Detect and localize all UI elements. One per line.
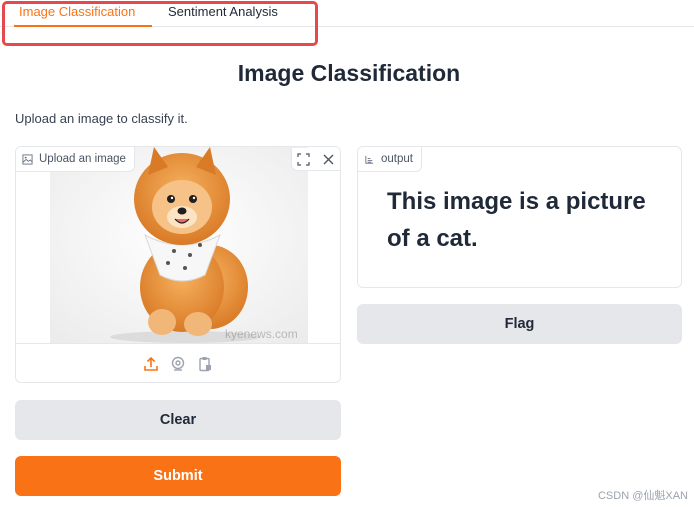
tab-sentiment-analysis[interactable]: Sentiment Analysis <box>164 0 282 27</box>
text-output-icon <box>365 155 374 164</box>
output-label: output <box>358 147 422 172</box>
tab-bar: Image Classification Sentiment Analysis <box>0 0 694 27</box>
tab-image-classification[interactable]: Image Classification <box>14 0 152 27</box>
image-input-label-text: Upload an image <box>39 153 126 165</box>
webcam-icon <box>171 356 185 371</box>
clear-button[interactable]: Clear <box>15 400 341 440</box>
page-title: Image Classification <box>237 60 461 86</box>
webcam-source-button[interactable] <box>170 356 187 373</box>
close-icon <box>323 154 334 164</box>
uploaded-dog-image <box>50 147 308 343</box>
image-watermark: kyenews.com <box>225 327 298 341</box>
clipboard-icon <box>199 357 211 372</box>
fullscreen-icon <box>297 152 310 166</box>
image-toolbar <box>291 148 340 171</box>
page-description: Upload an image to classify it. <box>15 111 188 126</box>
dog-illustration <box>50 147 308 343</box>
output-result-text: This image is a picture of a cat. <box>387 188 646 252</box>
clipboard-source-button[interactable] <box>197 356 214 373</box>
image-icon <box>22 153 33 165</box>
upload-source-button[interactable] <box>143 356 160 373</box>
flag-button[interactable]: Flag <box>357 304 682 344</box>
output-label-text: output <box>381 153 413 165</box>
fullscreen-button[interactable] <box>292 148 315 170</box>
footer-credit: CSDN @仙魁XAN <box>597 490 688 502</box>
output-panel: output This image is a picture of a cat. <box>357 146 682 288</box>
clear-image-button[interactable] <box>317 148 340 170</box>
image-input-panel: Upload an image kyenews.com <box>15 146 341 383</box>
image-input-label: Upload an image <box>16 147 135 172</box>
image-source-bar <box>16 343 340 382</box>
submit-button[interactable]: Submit <box>15 456 341 496</box>
upload-icon <box>144 356 158 371</box>
